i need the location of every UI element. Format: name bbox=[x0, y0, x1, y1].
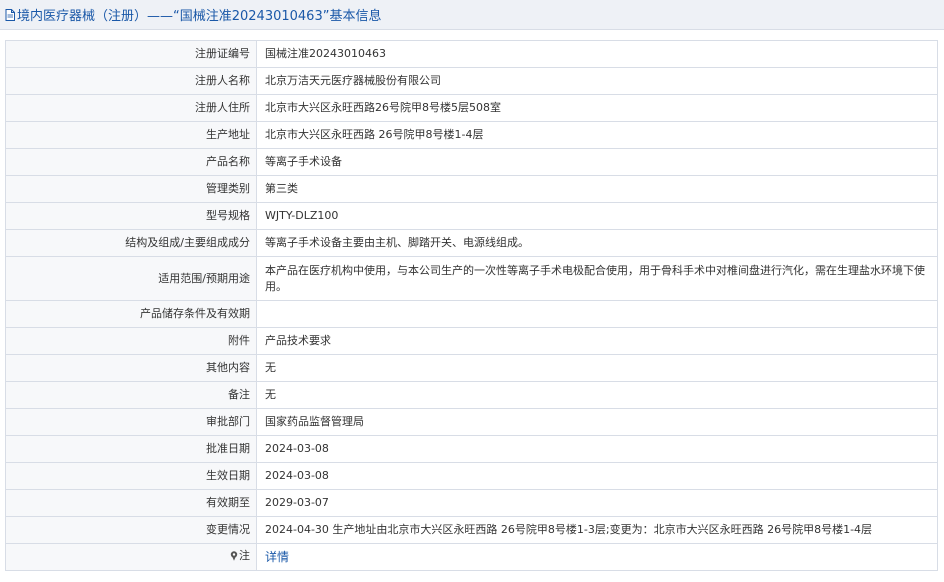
row-value: 本产品在医疗机构中使用，与本公司生产的一次性等离子手术电极配合使用，用于骨科手术… bbox=[256, 256, 938, 301]
details-link[interactable]: 详情 bbox=[265, 550, 289, 564]
row-value bbox=[256, 300, 938, 328]
note-label-cell: 注 bbox=[5, 543, 257, 571]
table-row: 备注无 bbox=[5, 381, 938, 409]
row-label: 变更情况 bbox=[5, 516, 257, 544]
table-row: 变更情况 2024-04-30 生产地址由北京市大兴区永旺西路 26号院甲8号楼1… bbox=[5, 516, 938, 544]
row-label: 备注 bbox=[5, 381, 257, 409]
row-value: 国械注准20243010463 bbox=[256, 40, 938, 68]
table-row: 附件 产品技术要求 bbox=[5, 327, 938, 355]
row-value: 北京万洁天元医疗器械股份有限公司 bbox=[256, 67, 938, 95]
table-row: 适用范围/预期用途 本产品在医疗机构中使用，与本公司生产的一次性等离子手术电极配合… bbox=[5, 256, 938, 301]
table-row: 型号规格 WJTY-DLZ100 bbox=[5, 202, 938, 230]
row-label: 管理类别 bbox=[5, 175, 257, 203]
table-row: 注 详情 bbox=[5, 543, 938, 571]
row-value: 无 bbox=[256, 381, 938, 409]
table-row: 产品储存条件及有效期 bbox=[5, 300, 938, 328]
row-label: 有效期至 bbox=[5, 489, 257, 517]
page-title: 境内医疗器械（注册）——“国械注准20243010463”基本信息 bbox=[17, 9, 382, 24]
table-row: 生产地址 北京市大兴区永旺西路 26号院甲8号楼1-4层 bbox=[5, 121, 938, 149]
note-label-text: 注 bbox=[239, 549, 250, 562]
table-row: 产品名称 等离子手术设备 bbox=[5, 148, 938, 176]
table-row: 有效期至 2029-03-07 bbox=[5, 489, 938, 517]
table-row: 管理类别 第三类 bbox=[5, 175, 938, 203]
pin-icon bbox=[230, 551, 238, 561]
row-value: 国家药品监督管理局 bbox=[256, 408, 938, 436]
row-label: 注册证编号 bbox=[5, 40, 257, 68]
row-label: 注册人住所 bbox=[5, 94, 257, 122]
table-row: 审批部门 国家药品监督管理局 bbox=[5, 408, 938, 436]
table-row: 注册人名称 北京万洁天元医疗器械股份有限公司 bbox=[5, 67, 938, 95]
row-label: 其他内容 bbox=[5, 354, 257, 382]
row-label: 生效日期 bbox=[5, 462, 257, 490]
table-row: 结构及组成/主要组成成分 等离子手术设备主要由主机、脚踏开关、电源线组成。 bbox=[5, 229, 938, 257]
row-value: 等离子手术设备主要由主机、脚踏开关、电源线组成。 bbox=[256, 229, 938, 257]
row-value: 等离子手术设备 bbox=[256, 148, 938, 176]
row-label: 附件 bbox=[5, 327, 257, 355]
row-label: 适用范围/预期用途 bbox=[5, 256, 257, 301]
row-value: 北京市大兴区永旺西路 26号院甲8号楼1-4层 bbox=[256, 121, 938, 149]
row-value: 2024-04-30 生产地址由北京市大兴区永旺西路 26号院甲8号楼1-3层;… bbox=[256, 516, 938, 544]
row-label: 结构及组成/主要组成成分 bbox=[5, 229, 257, 257]
row-value: 无 bbox=[256, 354, 938, 382]
row-value: 2024-03-08 bbox=[256, 435, 938, 463]
note-value: 详情 bbox=[256, 543, 938, 571]
row-label: 型号规格 bbox=[5, 202, 257, 230]
row-label: 产品储存条件及有效期 bbox=[5, 300, 257, 328]
page-header: 境内医疗器械（注册）——“国械注准20243010463”基本信息 bbox=[0, 0, 944, 30]
table-row: 注册证编号 国械注准20243010463 bbox=[5, 40, 938, 68]
row-label: 注册人名称 bbox=[5, 67, 257, 95]
row-label: 产品名称 bbox=[5, 148, 257, 176]
table-row: 其他内容无 bbox=[5, 354, 938, 382]
row-value: 北京市大兴区永旺西路26号院甲8号楼5层508室 bbox=[256, 94, 938, 122]
document-icon bbox=[5, 8, 15, 21]
row-value: WJTY-DLZ100 bbox=[256, 202, 938, 230]
row-value: 2029-03-07 bbox=[256, 489, 938, 517]
table-row: 批准日期 2024-03-08 bbox=[5, 435, 938, 463]
row-value: 2024-03-08 bbox=[256, 462, 938, 490]
row-label: 审批部门 bbox=[5, 408, 257, 436]
row-value: 产品技术要求 bbox=[256, 327, 938, 355]
row-value: 第三类 bbox=[256, 175, 938, 203]
row-label: 批准日期 bbox=[5, 435, 257, 463]
info-table: 注册证编号 国械注准20243010463 注册人名称 北京万洁天元医疗器械股份有限… bbox=[5, 40, 938, 571]
note-label: 注 bbox=[230, 548, 250, 564]
table-row: 注册人住所 北京市大兴区永旺西路26号院甲8号楼5层508室 bbox=[5, 94, 938, 122]
table-row: 生效日期 2024-03-08 bbox=[5, 462, 938, 490]
row-label: 生产地址 bbox=[5, 121, 257, 149]
